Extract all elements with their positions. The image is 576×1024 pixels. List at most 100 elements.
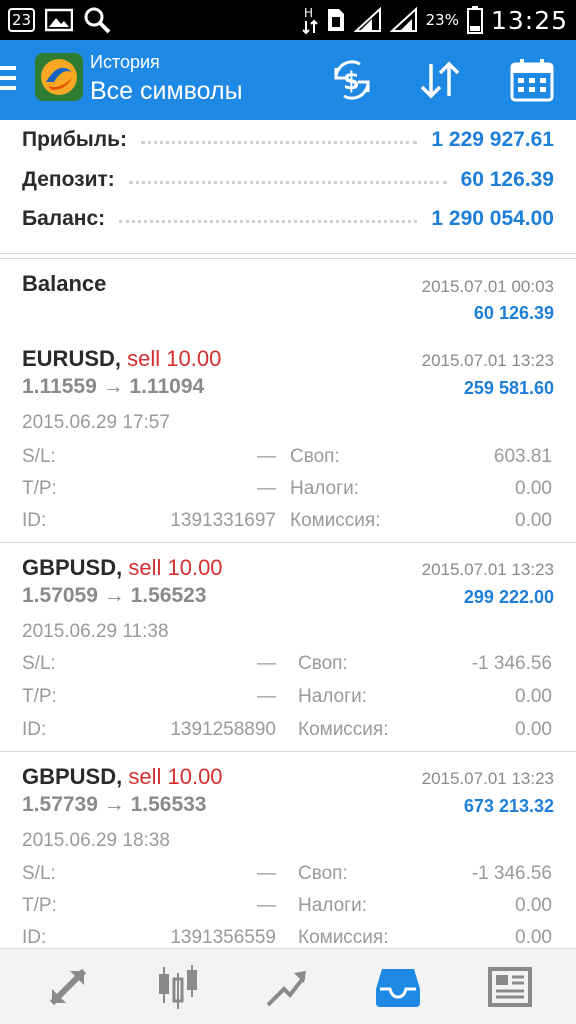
deposit-row: Депозит: 60 126.39	[22, 162, 554, 198]
image-icon	[45, 8, 74, 32]
trade-profit: 673 213.32	[463, 796, 554, 816]
svg-text:H: H	[304, 6, 313, 20]
sl-label: S/L:	[22, 863, 56, 884]
trade-record[interactable]: EURUSD, sell 10.00 2015.07.01 13:23 1.11…	[0, 334, 576, 543]
open-date: 2015.06.29 18:38	[22, 830, 170, 851]
trade-prices: 1.11559 → 1.11094	[22, 375, 205, 398]
sim-icon	[327, 9, 344, 31]
record-date: 2015.07.01 00:03	[421, 277, 554, 296]
trade-side: sell 10.00	[127, 346, 222, 371]
swap-value: -1 346.56	[471, 653, 552, 674]
id-value: 1391331697	[170, 510, 276, 531]
trade-record[interactable]: GBPUSD, sell 10.00 2015.07.01 13:23 1.57…	[0, 543, 576, 752]
tp-label: T/P:	[22, 895, 57, 916]
id-value: 1391356559	[170, 927, 276, 948]
app-subtitle: История	[90, 52, 160, 72]
id-label: ID:	[22, 719, 47, 740]
network-arrows-icon: H	[301, 6, 318, 35]
open-date: 2015.06.29 17:57	[22, 412, 170, 433]
balance-row: Баланс: 1 290 054.00	[22, 201, 554, 237]
tp-value: —	[257, 686, 276, 707]
battery-icon	[466, 6, 483, 34]
commission-label: Комиссия:	[298, 719, 389, 740]
menu-icon[interactable]	[0, 66, 18, 92]
swap-label: Своп:	[298, 653, 348, 674]
taxes-value: 0.00	[515, 686, 552, 707]
account-summary: Прибыль: 1 229 927.61 Депозит: 60 126.39…	[0, 120, 576, 254]
taxes-label: Налоги:	[298, 686, 367, 707]
balance-label: Баланс:	[22, 207, 106, 230]
commission-value: 0.00	[515, 719, 552, 740]
taxes-value: 0.00	[515, 895, 552, 916]
commission-value: 0.00	[515, 510, 552, 531]
calendar-icon[interactable]	[508, 56, 556, 104]
trade-symbol: EURUSD, sell 10.00	[22, 346, 222, 371]
trade-icon[interactable]	[262, 963, 310, 1011]
taxes-value: 0.00	[515, 478, 552, 499]
id-value: 1391258890	[170, 719, 276, 740]
status-bar: 23 H 23% 13:25	[0, 0, 576, 40]
deposit-value: 60 126.39	[460, 168, 554, 191]
trade-prices: 1.57059 → 1.56523	[22, 584, 207, 607]
balance-value: 1 290 054.00	[431, 207, 554, 230]
tp-value: —	[257, 478, 276, 499]
wifi-icon	[389, 7, 417, 32]
notification-badge: 23	[8, 8, 36, 32]
swap-value: 603.81	[493, 446, 552, 467]
profit-label: Прибыль:	[22, 128, 127, 151]
swap-label: Своп:	[298, 863, 348, 884]
dotted-leader	[128, 180, 447, 184]
taxes-label: Налоги:	[290, 478, 359, 499]
commission-label: Комиссия:	[290, 510, 381, 531]
record-title: Balance	[22, 271, 107, 296]
swap-value: -1 346.56	[471, 863, 552, 884]
sl-label: S/L:	[22, 446, 56, 467]
trade-side: sell 10.00	[128, 555, 223, 580]
record-amount: 60 126.39	[473, 303, 554, 323]
commission-label: Комиссия:	[298, 927, 389, 948]
dotted-leader	[140, 140, 418, 144]
clock: 13:25	[490, 5, 568, 35]
balance-record[interactable]: Balance 2015.07.01 00:03 60 126.39	[0, 258, 576, 338]
trade-symbol: GBPUSD, sell 10.00	[22, 555, 223, 580]
app-logo[interactable]	[34, 52, 84, 102]
close-date: 2015.07.01 13:23	[421, 560, 554, 579]
swap-label: Своп:	[290, 446, 340, 467]
chart-icon[interactable]	[154, 963, 202, 1011]
trade-prices: 1.57739 → 1.56533	[22, 793, 207, 816]
profit-value: 1 229 927.61	[431, 128, 554, 151]
history-icon[interactable]	[374, 963, 422, 1011]
close-date: 2015.07.01 13:23	[421, 351, 554, 370]
trade-profit: 299 222.00	[463, 587, 554, 607]
trade-record[interactable]: GBPUSD, sell 10.00 2015.07.01 13:23 1.57…	[0, 752, 576, 948]
trade-side: sell 10.00	[128, 764, 223, 789]
signal-icon	[353, 7, 381, 32]
profit-row: Прибыль: 1 229 927.61	[22, 122, 554, 158]
tp-value: —	[257, 895, 276, 916]
sl-value: —	[257, 653, 276, 674]
bottom-navigation	[0, 948, 576, 1024]
battery-percent: 23%	[425, 11, 459, 29]
currency-exchange-icon[interactable]: $	[328, 56, 376, 104]
dotted-leader	[119, 219, 418, 223]
close-date: 2015.07.01 13:23	[421, 769, 554, 788]
sl-value: —	[257, 863, 276, 884]
deposit-label: Депозит:	[22, 168, 115, 191]
quotes-icon[interactable]	[44, 963, 92, 1011]
taxes-label: Налоги:	[298, 895, 367, 916]
news-icon[interactable]	[486, 963, 534, 1011]
tp-label: T/P:	[22, 478, 57, 499]
search-icon	[84, 7, 111, 34]
trade-profit: 259 581.60	[463, 378, 554, 398]
id-label: ID:	[22, 510, 47, 531]
sl-value: —	[257, 446, 276, 467]
trade-symbol: GBPUSD, sell 10.00	[22, 764, 223, 789]
sl-label: S/L:	[22, 653, 56, 674]
commission-value: 0.00	[515, 927, 552, 948]
id-label: ID:	[22, 927, 47, 948]
open-date: 2015.06.29 11:38	[22, 621, 169, 642]
app-bar: История Все символы $	[0, 40, 576, 120]
tp-label: T/P:	[22, 686, 57, 707]
page-title[interactable]: Все символы	[90, 77, 243, 106]
sort-icon[interactable]	[416, 56, 464, 104]
